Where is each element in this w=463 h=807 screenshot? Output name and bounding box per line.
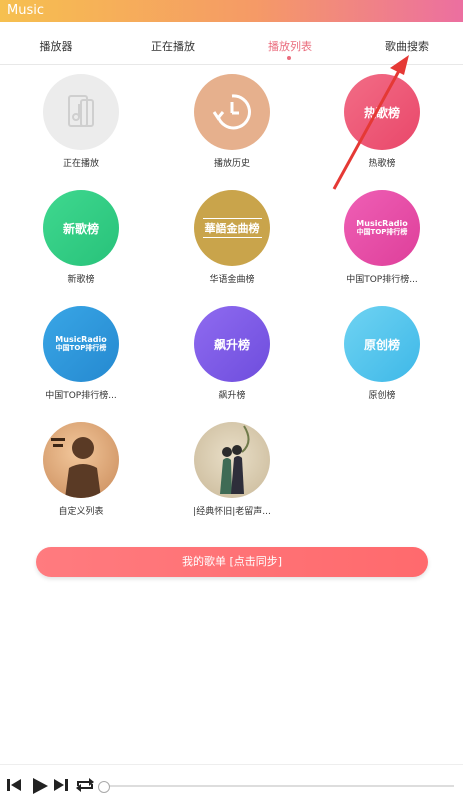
player-control-bar xyxy=(0,764,463,807)
cover-text: 热歌榜 xyxy=(363,105,400,120)
playlist-item-classic-nostalgia[interactable]: |经典怀旧|老留声... xyxy=(157,422,307,517)
previous-track-icon[interactable] xyxy=(6,777,22,793)
couple-illustration-icon xyxy=(220,425,250,494)
custom-list-cover xyxy=(43,422,119,498)
portrait-illustration-icon xyxy=(51,437,101,498)
history-cover xyxy=(194,74,270,150)
history-clock-icon xyxy=(212,94,251,130)
app-title: Music xyxy=(7,3,44,18)
playlist-item-new[interactable]: 新歌榜 新歌榜 xyxy=(6,190,156,285)
cover-text: MusicRadio 中国TOP排行榜 xyxy=(356,219,407,237)
playlist-item-original[interactable]: 原创榜 原创榜 xyxy=(307,306,457,401)
cover-subtitle: 中国TOP排行榜 xyxy=(356,228,408,236)
music-document-icon xyxy=(68,95,94,127)
hot-chart-cover: 热歌榜 xyxy=(344,74,420,150)
cover-brand: MusicRadio xyxy=(356,219,408,228)
next-track-icon[interactable] xyxy=(53,777,69,793)
playlist-item-history[interactable]: 播放历史 xyxy=(157,74,307,169)
playlist-label: 飙升榜 xyxy=(218,391,246,401)
new-chart-cover: 新歌榜 xyxy=(43,190,119,266)
playlist-item-chinese-gold[interactable]: 華語金曲榜 华语金曲榜 xyxy=(157,190,307,285)
play-icon[interactable] xyxy=(31,777,49,795)
progress-track[interactable] xyxy=(104,785,454,787)
tab-bar: 播放器 正在播放 播放列表 歌曲搜索 xyxy=(0,22,463,65)
playlist-label: 播放历史 xyxy=(213,159,250,169)
rising-chart-cover: 飙升榜 xyxy=(194,306,270,382)
playlist-item-china-top-2[interactable]: MusicRadio 中国TOP排行榜 中国TOP排行榜... xyxy=(6,306,156,401)
playlist-label: 原创榜 xyxy=(368,391,396,401)
tab-now-playing[interactable]: 正在播放 xyxy=(128,38,218,54)
china-top-cover: MusicRadio 中国TOP排行榜 xyxy=(43,306,119,382)
cover-text: 新歌榜 xyxy=(62,221,99,236)
cover-brand: MusicRadio xyxy=(55,335,107,344)
china-top-cover: MusicRadio 中国TOP排行榜 xyxy=(344,190,420,266)
tab-playlist[interactable]: 播放列表 xyxy=(245,38,335,54)
playlist-label: 热歌榜 xyxy=(368,159,396,169)
playlist-label: 自定义列表 xyxy=(58,507,104,517)
original-chart-cover: 原创榜 xyxy=(344,306,420,382)
playlist-label: |经典怀旧|老留声... xyxy=(193,507,271,517)
tab-player[interactable]: 播放器 xyxy=(11,38,101,54)
cover-subtitle: 中国TOP排行榜 xyxy=(55,344,107,352)
cover-text: 原创榜 xyxy=(363,337,400,352)
tab-song-search[interactable]: 歌曲搜索 xyxy=(362,38,452,54)
my-playlist-sync-button[interactable]: 我的歌单 [点击同步] xyxy=(36,547,428,577)
progress-thumb[interactable] xyxy=(98,781,110,793)
cover-text: 華語金曲榜 xyxy=(202,218,262,238)
active-tab-indicator xyxy=(287,56,291,60)
classic-nostalgia-cover xyxy=(194,422,270,498)
cover-text: MusicRadio 中国TOP排行榜 xyxy=(55,335,106,353)
playlist-item-now-playing[interactable]: 正在播放 xyxy=(6,74,156,169)
playlist-item-hot[interactable]: 热歌榜 热歌榜 xyxy=(307,74,457,169)
chinese-gold-cover: 華語金曲榜 xyxy=(194,190,270,266)
repeat-icon[interactable] xyxy=(75,777,95,793)
cover-text: 飙升榜 xyxy=(213,337,250,352)
playlist-label: 中国TOP排行榜... xyxy=(346,275,418,285)
now-playing-cover xyxy=(43,74,119,150)
playlist-item-rising[interactable]: 飙升榜 飙升榜 xyxy=(157,306,307,401)
playlist-item-china-top-1[interactable]: MusicRadio 中国TOP排行榜 中国TOP排行榜... xyxy=(307,190,457,285)
title-bar: Music xyxy=(0,0,463,22)
playlist-label: 中国TOP排行榜... xyxy=(45,391,117,401)
playlist-item-custom[interactable]: 自定义列表 xyxy=(6,422,156,517)
playlist-label: 新歌榜 xyxy=(67,275,95,285)
playlist-label: 正在播放 xyxy=(62,159,99,169)
playlist-label: 华语金曲榜 xyxy=(209,275,255,285)
